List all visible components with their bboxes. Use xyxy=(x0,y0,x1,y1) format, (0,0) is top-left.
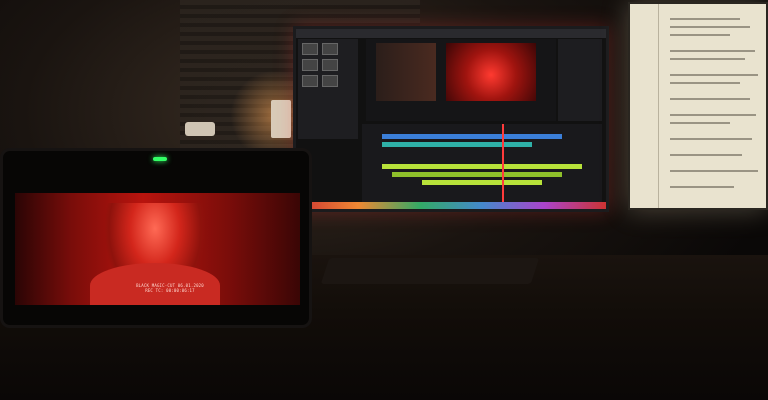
video-track-clip[interactable] xyxy=(382,134,562,139)
media-pool-panel[interactable] xyxy=(298,39,358,139)
text-line xyxy=(670,26,750,28)
timecode-overlay: BLACK MAGIC-CUT 06.01.2020 REC TC: 00:00… xyxy=(125,283,215,293)
text-line xyxy=(670,18,740,20)
editor-top-bar[interactable] xyxy=(296,29,606,38)
source-frame xyxy=(376,43,436,101)
video-track-clip[interactable] xyxy=(382,142,532,147)
text-line xyxy=(670,114,756,116)
text-line xyxy=(670,138,752,140)
text-line xyxy=(670,154,742,156)
text-line xyxy=(670,74,758,76)
media-thumbnail[interactable] xyxy=(322,75,338,87)
playhead[interactable] xyxy=(502,124,504,202)
audio-track-clip[interactable] xyxy=(422,180,542,185)
text-line xyxy=(670,186,734,188)
program-frame xyxy=(446,43,536,101)
text-line xyxy=(670,58,745,60)
audio-track-clip[interactable] xyxy=(392,172,562,177)
media-thumbnail[interactable] xyxy=(322,43,338,55)
media-thumbnail[interactable] xyxy=(302,75,318,87)
text-line xyxy=(670,34,730,36)
document-margin xyxy=(658,4,659,208)
coffee-mug xyxy=(271,100,291,138)
timeline[interactable] xyxy=(362,124,602,202)
text-line xyxy=(670,82,740,84)
media-thumbnail[interactable] xyxy=(302,43,318,55)
small-camera xyxy=(185,122,215,136)
text-line xyxy=(670,122,730,124)
text-line xyxy=(670,50,755,52)
inspector-panel[interactable] xyxy=(558,39,602,121)
media-thumbnail[interactable] xyxy=(322,59,338,71)
main-monitor xyxy=(293,26,609,212)
caption-line-2: REC TC: 00:00:06:17 xyxy=(145,288,195,293)
field-monitor-screen: BLACK MAGIC-CUT 06.01.2020 REC TC: 00:00… xyxy=(15,193,300,305)
status-led xyxy=(153,157,167,161)
media-thumbnail[interactable] xyxy=(302,59,318,71)
text-line xyxy=(670,98,750,100)
text-line xyxy=(670,170,758,172)
audio-track-clip[interactable] xyxy=(382,164,582,169)
field-monitor: BLACK MAGIC-CUT 06.01.2020 REC TC: 00:00… xyxy=(0,148,312,328)
os-dock[interactable] xyxy=(296,202,606,209)
script-document-monitor xyxy=(628,2,768,210)
keyboard xyxy=(320,258,540,284)
